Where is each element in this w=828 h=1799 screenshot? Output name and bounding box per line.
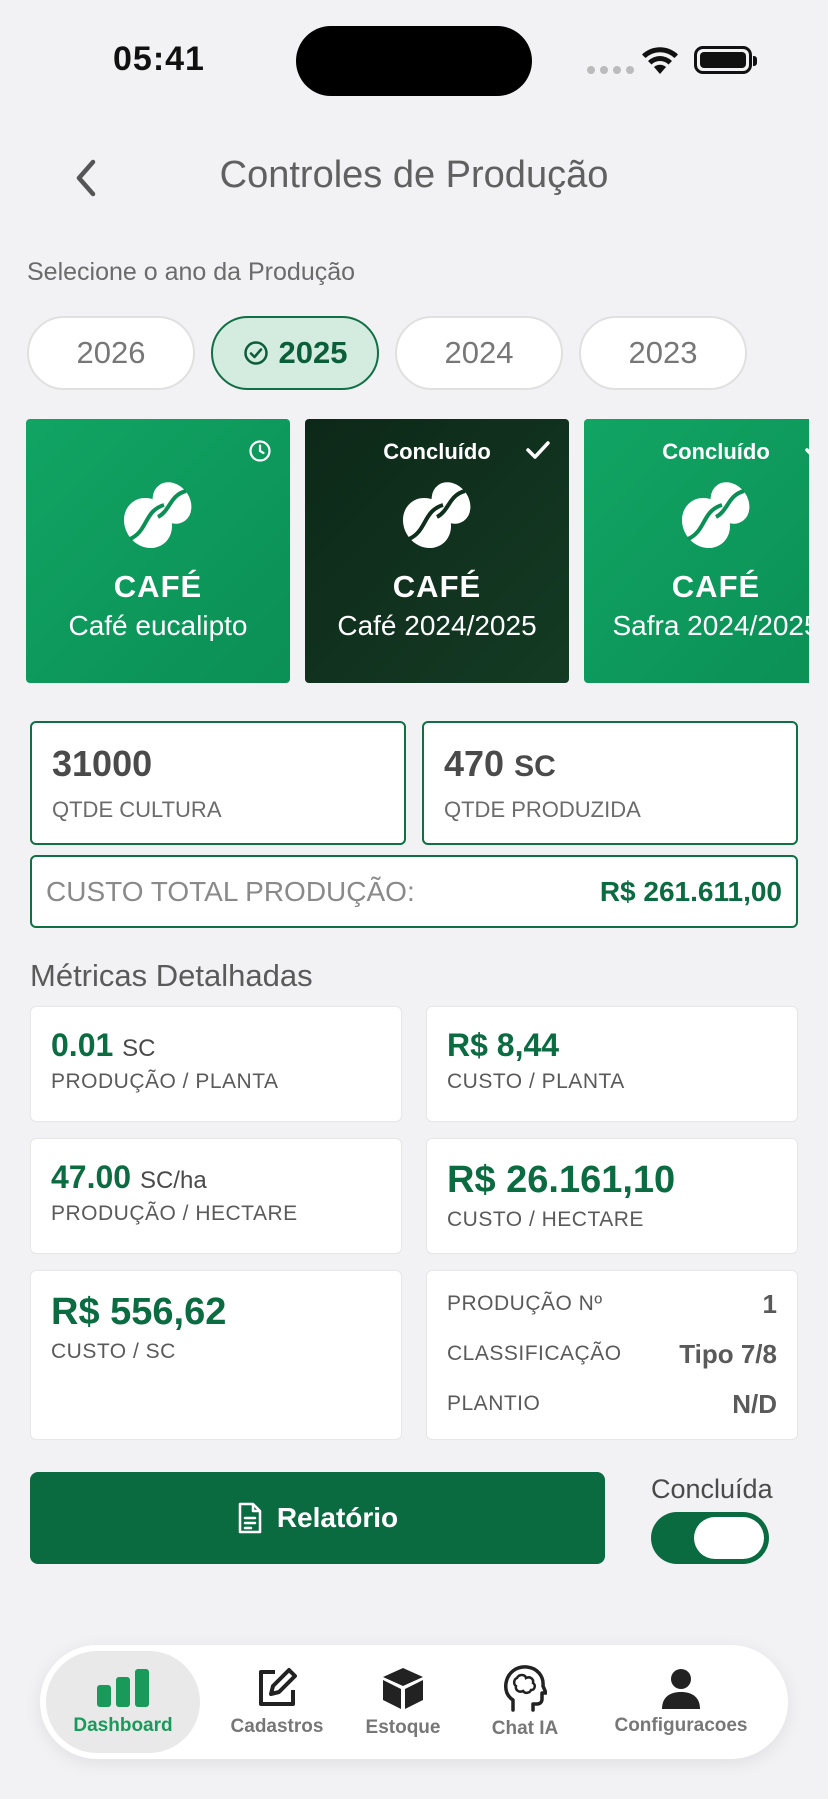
qtde-produzida-value: 470 [444,743,505,784]
tab-chat-ia[interactable]: Chat IA [468,1645,582,1759]
status-time: 05:41 [113,40,205,78]
tab-label: Chat IA [491,1718,559,1739]
qtde-cultura-value: 31000 [52,743,153,784]
coffee-bean-icon [681,482,750,549]
tab-dashboard[interactable]: Dashboard [46,1651,200,1753]
checkmark-icon [526,441,550,459]
card-name: Safra 2024/2025 [612,610,809,641]
battery-icon [694,46,757,74]
info-value: 1 [762,1288,777,1319]
qtde-produzida-unit: SC [514,750,556,783]
card-crop: CAFÉ [671,569,761,604]
production-card[interactable]: Concluído CAFÉ Safra 2024/2025 [584,419,809,683]
done-toggle[interactable] [651,1512,769,1564]
custo-total-box: CUSTO TOTAL PRODUÇÃO: R$ 261.611,00 [30,855,798,928]
production-card[interactable]: Concluído CAFÉ Café 2024/2025 [305,419,569,683]
qtde-produzida-label: QTDE PRODUZIDA [444,797,641,822]
coffee-bean-icon [402,482,471,549]
qtde-produzida-box: 470 SC QTDE PRODUZIDA [422,721,798,845]
status-bar: 05:41 [0,0,828,120]
custo-total-label: CUSTO TOTAL PRODUÇÃO: [46,875,415,907]
metric-value: 47.00 [51,1159,132,1195]
metric-producao-hectare: 47.00 SC/ha PRODUÇÃO / HECTARE [30,1138,402,1254]
info-row-producao-numero: PRODUÇÃO Nº 1 [447,1279,777,1329]
metric-label: PRODUÇÃO / PLANTA [51,1070,279,1093]
metric-value: R$ 8,44 [447,1027,560,1063]
check-circle-icon [243,341,268,365]
card-crop: CAFÉ [113,569,203,604]
qtde-cultura-box: 31000 QTDE CULTURA [30,721,406,845]
info-row-classificacao: CLASSIFICAÇÃO Tipo 7/8 [447,1329,777,1379]
clock-icon [249,440,271,462]
cellular-signal-icon [587,66,634,74]
tab-label: Configuracoes [614,1715,748,1736]
bar-chart-icon [97,1669,149,1707]
document-icon [238,1502,262,1534]
wifi-icon [642,47,678,74]
tab-label: Estoque [365,1717,441,1738]
metric-unit: SC [122,1035,156,1062]
tab-configuracoes[interactable]: Configuracoes [596,1645,766,1759]
done-toggle-label: Concluída [651,1474,773,1504]
card-name: Café eucalipto [68,610,248,641]
report-button[interactable]: Relatório [30,1472,605,1564]
custo-total-value: R$ 261.611,00 [599,875,782,907]
info-value: Tipo 7/8 [679,1338,777,1369]
metric-custo-sc: R$ 556,62 CUSTO / SC [30,1270,402,1440]
tab-cadastros[interactable]: Cadastros [212,1645,342,1759]
production-info-box: PRODUÇÃO Nº 1 CLASSIFICAÇÃO Tipo 7/8 PLA… [426,1270,798,1440]
year-pill-2023[interactable]: 2023 [579,316,747,390]
edit-square-icon [259,1668,297,1706]
metric-value: R$ 26.161,10 [447,1159,676,1201]
year-label: 2024 [444,335,514,370]
metrics-title: Métricas Detalhadas [30,958,313,993]
year-pill-2025[interactable]: 2025 [211,316,379,390]
box-icon [383,1668,423,1709]
brain-head-icon [504,1665,547,1712]
tab-label: Cadastros [230,1716,324,1737]
info-key: CLASSIFICAÇÃO [447,1342,622,1365]
year-section-label: Selecione o ano da Produção [27,258,356,286]
report-button-label: Relatório [276,1502,399,1533]
info-value: N/D [732,1388,777,1419]
metric-producao-planta: 0.01 SC PRODUÇÃO / PLANTA [30,1006,402,1122]
year-pill-2024[interactable]: 2024 [395,316,563,390]
card-crop: CAFÉ [392,569,482,604]
production-card[interactable]: CAFÉ Café eucalipto [26,419,290,683]
year-label: 2025 [278,335,348,370]
info-key: PLANTIO [447,1392,541,1415]
metric-unit: SC/ha [139,1167,207,1194]
info-key: PRODUÇÃO Nº [447,1292,603,1315]
bottom-tab-bar: Dashboard Cadastros Estoque Chat IA Conf… [40,1645,788,1759]
year-label: 2023 [628,335,698,370]
dynamic-island [296,26,532,96]
metric-label: PRODUÇÃO / HECTARE [51,1202,298,1225]
metric-value: 0.01 [51,1027,114,1063]
checkmark-icon [805,448,809,455]
card-name: Café 2024/2025 [337,610,537,641]
year-label: 2026 [76,335,146,370]
card-status-badge: Concluído [662,439,770,464]
user-icon [662,1669,700,1709]
metric-label: CUSTO / PLANTA [447,1070,625,1093]
production-cards-carousel[interactable]: CAFÉ Café eucalipto Concluído CAFÉ Café … [26,419,809,683]
metric-label: CUSTO / SC [51,1340,176,1363]
metric-value: R$ 556,62 [51,1291,227,1333]
metric-label: CUSTO / HECTARE [447,1208,644,1231]
year-pill-2026[interactable]: 2026 [27,316,195,390]
metric-custo-planta: R$ 8,44 CUSTO / PLANTA [426,1006,798,1122]
qtde-cultura-label: QTDE CULTURA [52,797,222,822]
page-title: Controles de Produção [219,154,609,196]
metric-custo-hectare: R$ 26.161,10 CUSTO / HECTARE [426,1138,798,1254]
coffee-bean-icon [123,482,192,549]
year-selector: 2026 2025 2024 2023 [27,316,747,390]
toggle-knob [694,1517,764,1559]
tab-label: Dashboard [73,1715,173,1736]
info-row-plantio: PLANTIO N/D [447,1379,777,1429]
tab-estoque[interactable]: Estoque [346,1645,460,1759]
